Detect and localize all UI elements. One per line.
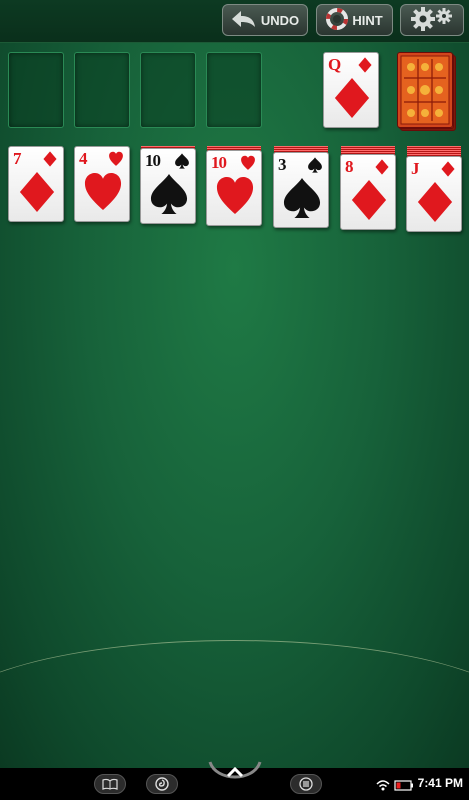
swirl-icon[interactable] bbox=[146, 774, 178, 794]
tableau-card[interactable]: J bbox=[406, 156, 462, 232]
card-rank: 3 bbox=[278, 155, 286, 174]
undo-button[interactable]: UNDO bbox=[222, 4, 308, 36]
system-navbar: 7:41 PM bbox=[0, 761, 469, 800]
top-toolbar: UNDO HINT bbox=[0, 0, 469, 43]
spade-large-icon bbox=[150, 173, 188, 215]
menu-icon[interactable] bbox=[290, 774, 322, 794]
diamond-large-icon bbox=[333, 77, 371, 119]
card-rank: J bbox=[411, 159, 419, 178]
diamond-large-icon bbox=[350, 179, 388, 221]
diamond-icon bbox=[42, 151, 58, 167]
lifebuoy-icon bbox=[326, 7, 349, 33]
spade-icon bbox=[307, 157, 323, 173]
foundation-slot-4[interactable] bbox=[206, 52, 262, 128]
gear-icon bbox=[408, 6, 456, 35]
heart-icon bbox=[240, 155, 256, 171]
clock: 7:41 PM bbox=[417, 776, 463, 790]
battery-icon bbox=[394, 778, 414, 796]
card-rank: 4 bbox=[79, 149, 87, 168]
card-back-icon bbox=[397, 52, 453, 128]
heart-large-icon bbox=[216, 175, 254, 217]
diamond-icon bbox=[374, 159, 390, 175]
settings-button[interactable] bbox=[400, 4, 464, 36]
hint-button[interactable]: HINT bbox=[316, 4, 393, 36]
stock-pile[interactable] bbox=[397, 52, 457, 131]
spade-icon bbox=[174, 153, 190, 169]
tableau-card[interactable]: 10 bbox=[206, 150, 262, 226]
card-rank: Q bbox=[328, 55, 341, 74]
diamond-large-icon bbox=[18, 171, 56, 213]
table-arc bbox=[0, 640, 469, 768]
card-rank: 7 bbox=[13, 149, 21, 168]
card-rank: 10 bbox=[211, 153, 227, 172]
hint-label: HINT bbox=[352, 12, 383, 28]
tableau-card[interactable]: 3 bbox=[273, 152, 329, 228]
wifi-icon bbox=[376, 778, 390, 796]
heart-large-icon bbox=[84, 171, 122, 213]
tableau-card[interactable]: 8 bbox=[340, 154, 396, 230]
tableau-card[interactable]: 10 bbox=[140, 148, 196, 224]
arrow-back-icon bbox=[231, 9, 257, 32]
heart-icon bbox=[108, 151, 124, 167]
diamond-icon bbox=[357, 57, 373, 73]
book-icon[interactable] bbox=[94, 774, 126, 794]
diamond-large-icon bbox=[416, 181, 454, 223]
foundation-slot-3[interactable] bbox=[140, 52, 196, 128]
foundation-slot-1[interactable] bbox=[8, 52, 64, 128]
card-rank: 10 bbox=[145, 151, 161, 170]
tableau-card[interactable]: 7 bbox=[8, 146, 64, 222]
game-table: UNDO HINT Q 7 4 10 10 3 8 J bbox=[0, 0, 469, 768]
card-rank: 8 bbox=[345, 157, 353, 176]
chevron-up-icon[interactable] bbox=[208, 760, 262, 786]
waste-card[interactable]: Q bbox=[323, 52, 379, 128]
undo-label: UNDO bbox=[260, 12, 300, 28]
foundation-slot-2[interactable] bbox=[74, 52, 130, 128]
spade-large-icon bbox=[283, 177, 321, 219]
diamond-icon bbox=[440, 161, 456, 177]
tableau-card[interactable]: 4 bbox=[74, 146, 130, 222]
